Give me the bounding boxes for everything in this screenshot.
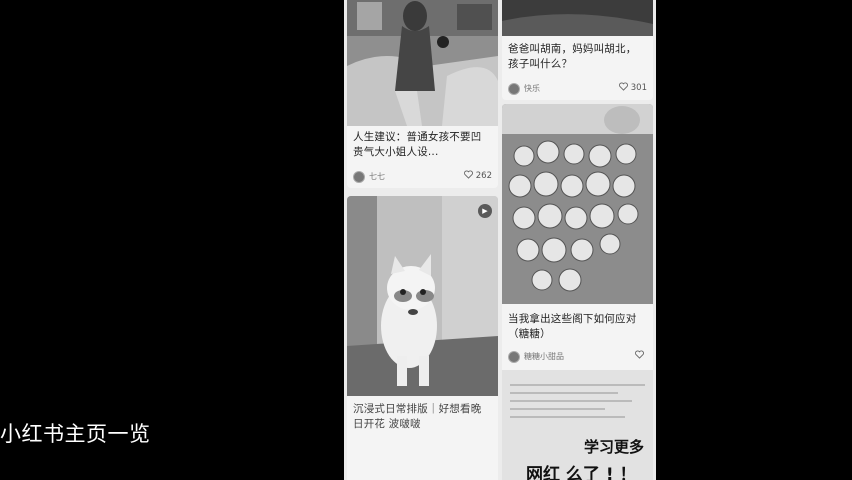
note-card[interactable]: 爸爸叫胡南，妈妈叫胡北，孩子叫什么？ 快乐 301 [502,0,653,100]
author-name[interactable]: 糖糖小甜品 [524,351,564,362]
note-title: 人生建议：普通女孩不要凹贵气大小姐人设... [353,131,482,158]
handwritten-note [510,378,645,424]
note-cover-image: ▶ [347,196,498,396]
note-title: 爸爸叫胡南，妈妈叫胡北，孩子叫什么？ [508,43,637,70]
note-meta: 七七 262 [353,170,492,184]
like-button[interactable] [635,350,647,361]
heart-icon [635,350,644,359]
note-title: 沉浸式日常排版｜好想看晚日开花 波啵啵 [353,403,482,430]
like-count: 301 [630,83,647,93]
phone-screen: 人生建议：普通女孩不要凹贵气大小姐人设... 七七 262 ▶ 沉浸式日常排版｜… [344,0,656,480]
promo-text: 学习更多 [584,438,645,456]
note-cover-image [502,0,653,36]
note-meta: 糖糖小甜品 [508,350,647,364]
video-caption: 小红书主页一览 [0,422,151,446]
author-avatar[interactable] [508,351,520,363]
author-name[interactable]: 快乐 [524,83,540,94]
heart-icon [463,170,473,179]
note-meta: 快乐 301 [508,82,647,96]
note-card[interactable]: 当我拿出这些阁下如何应对（糖糖） 糖糖小甜品 [502,104,653,480]
promo-text-2: 网红 么了 ! ！ [526,465,637,480]
video-play-icon: ▶ [478,204,492,218]
note-card[interactable]: 人生建议：普通女孩不要凹贵气大小姐人设... 七七 262 [347,0,498,188]
note-card[interactable]: ▶ 沉浸式日常排版｜好想看晚日开花 波啵啵 [347,196,498,480]
author-avatar[interactable] [508,83,520,95]
author-avatar[interactable] [353,171,365,183]
like-button[interactable]: 301 [618,82,647,93]
like-count: 262 [475,171,492,181]
heart-icon [618,82,628,91]
note-cover-image [347,0,498,126]
note-cover-image [502,104,653,304]
note-title: 当我拿出这些阁下如何应对（糖糖） [508,313,637,340]
author-name[interactable]: 七七 [369,171,385,182]
like-button[interactable]: 262 [463,170,492,181]
